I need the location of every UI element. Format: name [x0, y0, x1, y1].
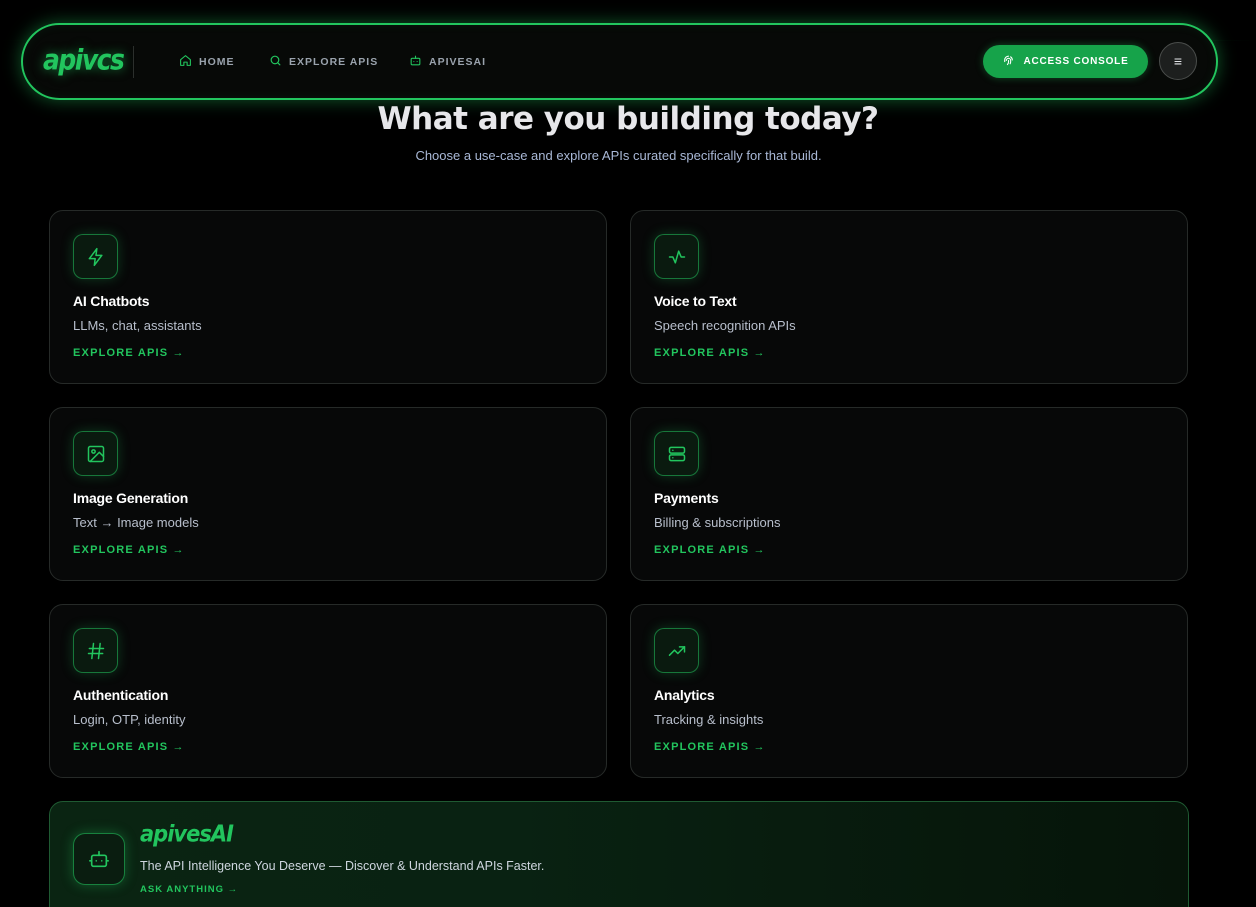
card-title: Image Generation: [73, 490, 189, 506]
nav-divider: [133, 46, 134, 78]
nav-home-label: HOME: [199, 56, 235, 68]
lightning-icon: [73, 234, 118, 279]
server-icon: [654, 431, 699, 476]
card-image-generation[interactable]: Image Generation Text → Image models EXP…: [49, 407, 607, 581]
access-console-label: ACCESS CONSOLE: [1023, 56, 1129, 67]
activity-icon: [654, 234, 699, 279]
page-title: What are you building today?: [377, 101, 879, 137]
card-description: LLMs, chat, assistants: [73, 318, 202, 333]
nav-explore-apis[interactable]: EXPLORE APIS: [269, 54, 378, 70]
card-title: Voice to Text: [654, 293, 737, 309]
hash-icon: [73, 628, 118, 673]
explore-apis-link[interactable]: EXPLORE APIS →: [654, 741, 766, 753]
search-icon: [269, 54, 282, 70]
card-title: Analytics: [654, 687, 715, 703]
explore-apis-link[interactable]: EXPLORE APIS →: [73, 347, 185, 359]
explore-apis-link[interactable]: EXPLORE APIS →: [654, 544, 766, 556]
apivesai-promo-card[interactable]: apivesAI The API Intelligence You Deserv…: [49, 801, 1189, 907]
home-icon: [179, 54, 192, 70]
nav-explore-label: EXPLORE APIS: [289, 56, 379, 68]
card-description: Tracking & insights: [654, 712, 764, 727]
card-authentication[interactable]: Authentication Login, OTP, identity EXPL…: [49, 604, 607, 778]
robot-icon: [73, 833, 125, 885]
card-description: Speech recognition APIs: [654, 318, 796, 333]
top-navbar: apivcs HOME EXPLORE APIS APIVESAI ACCESS…: [21, 23, 1218, 100]
menu-button[interactable]: ≡: [1159, 42, 1197, 80]
card-ai-chatbots[interactable]: AI Chatbots LLMs, chat, assistants EXPLO…: [49, 210, 607, 384]
explore-apis-link[interactable]: EXPLORE APIS →: [73, 544, 185, 556]
trending-up-icon: [654, 628, 699, 673]
nav-apivesai-label: APIVESAI: [429, 56, 487, 68]
image-icon: [73, 431, 118, 476]
card-voice-to-text[interactable]: Voice to Text Speech recognition APIs EX…: [630, 210, 1188, 384]
explore-apis-link[interactable]: EXPLORE APIS →: [73, 741, 185, 753]
card-description: Login, OTP, identity: [73, 712, 186, 727]
ask-anything-link[interactable]: ASK ANYTHING →: [140, 884, 238, 895]
card-description: Billing & subscriptions: [654, 515, 781, 530]
apivesai-brand: apivesAI: [140, 820, 234, 848]
brand-logo[interactable]: apivcs: [43, 43, 125, 76]
card-analytics[interactable]: Analytics Tracking & insights EXPLORE AP…: [630, 604, 1188, 778]
page-subtitle: Choose a use-case and explore APIs curat…: [415, 148, 822, 163]
promo-text: The API Intelligence You Deserve — Disco…: [140, 859, 545, 873]
fingerprint-icon: [1002, 54, 1015, 70]
access-console-button[interactable]: ACCESS CONSOLE: [983, 45, 1148, 78]
card-title: AI Chatbots: [73, 293, 150, 309]
card-description: Text → Image models: [73, 515, 199, 530]
card-payments[interactable]: Payments Billing & subscriptions EXPLORE…: [630, 407, 1188, 581]
nav-apivesai[interactable]: APIVESAI: [409, 54, 486, 70]
explore-apis-link[interactable]: EXPLORE APIS →: [654, 347, 766, 359]
hamburger-icon: ≡: [1173, 53, 1183, 69]
nav-home[interactable]: HOME: [179, 54, 235, 70]
robot-icon: [409, 54, 422, 70]
card-title: Payments: [654, 490, 719, 506]
card-title: Authentication: [73, 687, 169, 703]
